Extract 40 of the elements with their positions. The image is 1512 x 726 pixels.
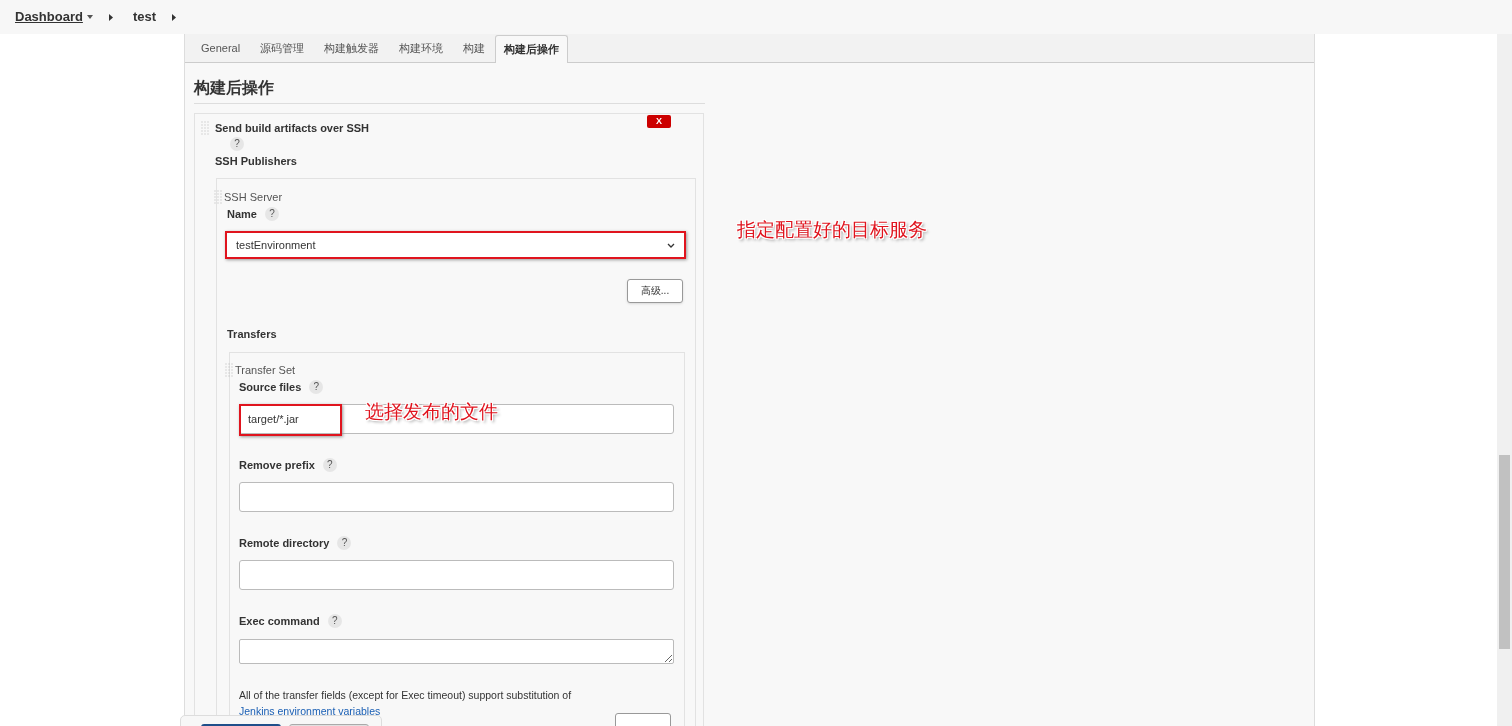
chevron-down-icon — [667, 242, 675, 248]
breadcrumb-link[interactable]: test — [132, 7, 157, 27]
field-label: Remove prefix — [239, 458, 315, 472]
help-icon[interactable]: ? — [327, 614, 342, 628]
env-vars-link[interactable]: Jenkins environment variables — [239, 705, 381, 717]
annotation-text: 指定配置好的目标服务 — [737, 218, 927, 242]
help-icon[interactable]: ? — [337, 536, 352, 550]
tab[interactable]: 构建后操作 — [495, 35, 569, 63]
breadcrumb-link[interactable]: Dashboard — [15, 7, 83, 27]
text-area[interactable] — [239, 639, 674, 664]
delete-button[interactable]: X — [647, 115, 671, 128]
scrollbar[interactable] — [1497, 34, 1512, 726]
text-input[interactable] — [239, 560, 674, 590]
text-input[interactable] — [239, 482, 674, 512]
tab[interactable]: 构建触发器 — [314, 34, 390, 62]
tab[interactable]: 构建 — [453, 34, 496, 62]
caret-icon[interactable] — [86, 15, 93, 19]
help-icon[interactable]: ? — [230, 137, 244, 151]
server-select[interactable]: testEnvironment — [227, 233, 684, 257]
chevron-right-icon — [108, 13, 113, 21]
tab[interactable]: 构建环境 — [389, 34, 454, 62]
publisher-subtitle: SSH Publishers — [214, 154, 298, 168]
field-label: Exec command — [239, 614, 320, 628]
chevron-right-icon — [172, 13, 177, 21]
transfers-label: Transfers — [226, 327, 278, 341]
publisher-title: Send build artifacts over SSH — [215, 121, 370, 135]
help-note: All of the transfer fields (except for Exec timeout) support substitution of Jenkins environment variables — [239, 688, 573, 719]
help-icon[interactable]: ? — [309, 380, 324, 394]
field-label: Source files — [239, 380, 302, 394]
help-icon[interactable]: ? — [322, 458, 337, 472]
field-label: Remote directory — [239, 536, 330, 550]
help-icon[interactable]: ? — [264, 207, 279, 221]
drag-handle-icon[interactable] — [225, 363, 233, 377]
tab[interactable]: 源码管理 — [250, 34, 315, 62]
transfer-set-heading: Transfer Set — [235, 363, 296, 377]
section-title: 构建后操作 — [194, 76, 705, 104]
field-label: Name — [227, 207, 257, 221]
tab[interactable]: General — [191, 34, 251, 62]
advanced-button[interactable]: 高级... — [627, 279, 683, 303]
server-heading: SSH Server — [224, 190, 283, 204]
